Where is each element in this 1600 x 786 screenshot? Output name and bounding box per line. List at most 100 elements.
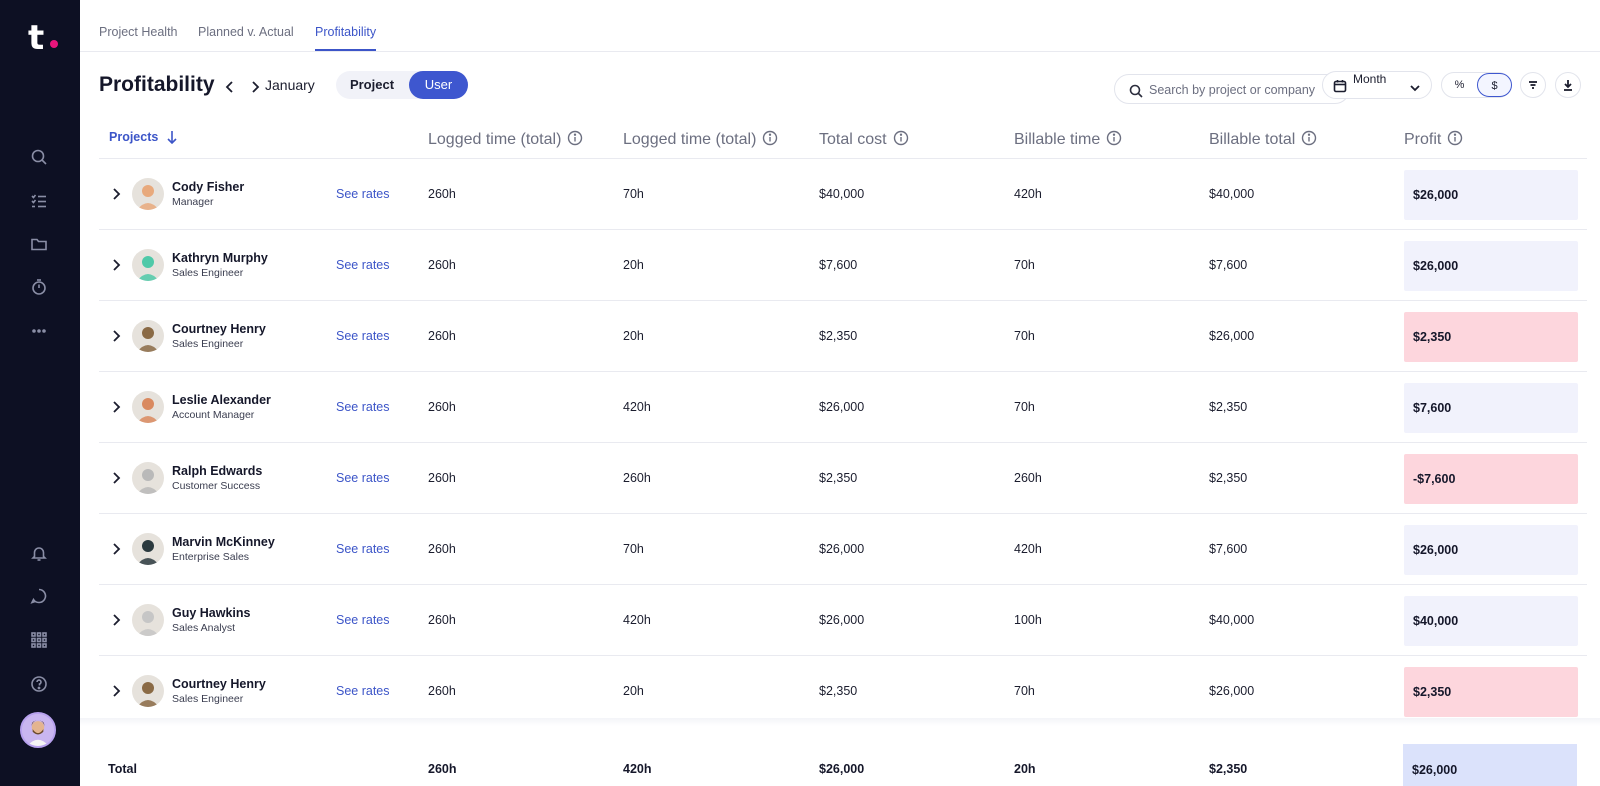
cell-total-cost: $40,000: [819, 187, 865, 201]
folder-icon[interactable]: [28, 233, 50, 255]
cell-billable-total: $7,600: [1209, 258, 1248, 272]
chevron-right-icon[interactable]: [109, 684, 123, 698]
app-logo[interactable]: t: [28, 18, 44, 58]
info-icon[interactable]: [762, 130, 778, 146]
see-rates-link[interactable]: See rates: [336, 471, 390, 485]
unit-toggle-percent[interactable]: %: [1442, 73, 1477, 97]
info-icon[interactable]: [1106, 130, 1122, 146]
tab-planned-vs-actual[interactable]: Planned v. Actual: [198, 25, 294, 49]
bell-icon[interactable]: [28, 542, 50, 564]
table-row[interactable]: Cody Fisher Manager See rates 260h 70h $40,00…: [99, 159, 1587, 230]
cell-total-cost: $26,000: [819, 400, 865, 414]
totals-logged-time-1: 260h: [428, 762, 457, 776]
sort-arrow-down-icon[interactable]: [166, 130, 178, 145]
download-button[interactable]: [1555, 72, 1581, 98]
avatar: [132, 675, 164, 707]
search-input[interactable]: [1149, 80, 1339, 100]
chat-icon[interactable]: [28, 585, 50, 607]
cell-logged-time-1: 260h: [428, 613, 456, 627]
avatar: [132, 391, 164, 423]
totals-billable-time: 20h: [1014, 762, 1036, 776]
chevron-right-icon[interactable]: [109, 471, 123, 485]
search-icon[interactable]: [28, 146, 50, 168]
timer-icon[interactable]: [28, 276, 50, 298]
period-select[interactable]: Month: [1322, 71, 1432, 99]
chevron-right-icon[interactable]: [109, 542, 123, 556]
see-rates-link[interactable]: See rates: [336, 329, 390, 343]
tab-profitability[interactable]: Profitability: [315, 25, 377, 51]
filter-icon: [1529, 81, 1537, 89]
table-row[interactable]: Leslie Alexander Account Manager See rates…: [99, 372, 1587, 443]
more-icon[interactable]: [28, 320, 50, 342]
column-header-billable-time-label: Billable time: [1014, 131, 1101, 148]
table-row[interactable]: Ralph Edwards Customer Success See rates 26…: [99, 443, 1587, 514]
cell-logged-time-2: 20h: [623, 684, 644, 698]
column-header-total-cost: Total cost: [819, 130, 909, 149]
cell-total-cost: $2,350: [819, 471, 858, 485]
table-row[interactable]: Courtney Henry Sales Engineer See rates 260…: [99, 656, 1587, 727]
column-header-profit: Profit: [1404, 130, 1463, 149]
tasks-icon[interactable]: [28, 190, 50, 212]
apps-grid-icon[interactable]: [28, 629, 50, 651]
cell-billable-time: 70h: [1014, 258, 1035, 272]
unit-toggle-dollar[interactable]: $: [1477, 73, 1512, 97]
chevron-right-icon[interactable]: [109, 400, 123, 414]
see-rates-link[interactable]: See rates: [336, 613, 390, 627]
column-header-logged-time-2-label: Logged time (total): [623, 131, 757, 148]
cell-billable-time: 420h: [1014, 187, 1042, 201]
view-toggle: Project User: [336, 71, 468, 99]
cell-logged-time-1: 260h: [428, 400, 456, 414]
see-rates-link[interactable]: See rates: [336, 684, 390, 698]
info-icon[interactable]: [1301, 130, 1317, 146]
cell-billable-total: $26,000: [1209, 329, 1255, 343]
user-role: Account Manager: [172, 409, 255, 421]
cell-billable-total: $40,000: [1209, 187, 1255, 201]
prev-month-button[interactable]: [223, 80, 237, 94]
cell-logged-time-1: 260h: [428, 684, 456, 698]
cell-billable-total: $2,350: [1209, 400, 1248, 414]
info-icon[interactable]: [567, 130, 583, 146]
calendar-icon: [1333, 79, 1347, 93]
info-icon[interactable]: [1447, 130, 1463, 146]
cell-profit: $26,000: [1404, 170, 1578, 220]
cell-billable-total: $26,000: [1209, 684, 1255, 698]
totals-label: Total: [108, 762, 137, 776]
table-row[interactable]: Guy Hawkins Sales Analyst See rates 260h 420…: [99, 585, 1587, 656]
chevron-right-icon[interactable]: [109, 329, 123, 343]
chevron-right-icon[interactable]: [109, 187, 123, 201]
user-avatar[interactable]: [20, 712, 56, 748]
next-month-button[interactable]: [248, 80, 262, 94]
page-title: Profitability: [99, 73, 215, 96]
cell-billable-time: 70h: [1014, 400, 1035, 414]
column-header-projects-label: Projects: [109, 130, 159, 144]
chevron-right-icon[interactable]: [109, 258, 123, 272]
see-rates-link[interactable]: See rates: [336, 258, 390, 272]
cell-profit: $40,000: [1404, 596, 1578, 646]
chevron-right-icon[interactable]: [109, 613, 123, 627]
table-row[interactable]: Courtney Henry Sales Engineer See rates 260…: [99, 301, 1587, 372]
search-icon: [1129, 84, 1143, 98]
cell-logged-time-2: 420h: [623, 400, 651, 414]
see-rates-link[interactable]: See rates: [336, 542, 390, 556]
cell-billable-time: 420h: [1014, 542, 1042, 556]
cell-total-cost: $7,600: [819, 258, 858, 272]
info-icon[interactable]: [893, 130, 909, 146]
see-rates-link[interactable]: See rates: [336, 187, 390, 201]
see-rates-link[interactable]: See rates: [336, 400, 390, 414]
view-toggle-project[interactable]: Project: [336, 71, 408, 99]
table-row[interactable]: Kathryn Murphy Sales Engineer See rates 260…: [99, 230, 1587, 301]
profitability-table: Projects Logged time (total) Logged time…: [99, 120, 1587, 727]
user-name: Courtney Henry: [172, 322, 266, 336]
avatar: [132, 604, 164, 636]
tab-project-health[interactable]: Project Health: [99, 25, 178, 49]
cell-total-cost: $2,350: [819, 329, 858, 343]
filter-button[interactable]: [1520, 72, 1546, 98]
column-header-projects[interactable]: Projects: [109, 130, 178, 145]
cell-logged-time-2: 70h: [623, 187, 644, 201]
view-toggle-user[interactable]: User: [409, 71, 468, 99]
help-icon[interactable]: [28, 673, 50, 695]
cell-profit: $2,350: [1404, 667, 1578, 717]
cell-billable-total: $7,600: [1209, 542, 1248, 556]
table-row[interactable]: Marvin McKinney Enterprise Sales See rates…: [99, 514, 1587, 585]
avatar: [132, 320, 164, 352]
